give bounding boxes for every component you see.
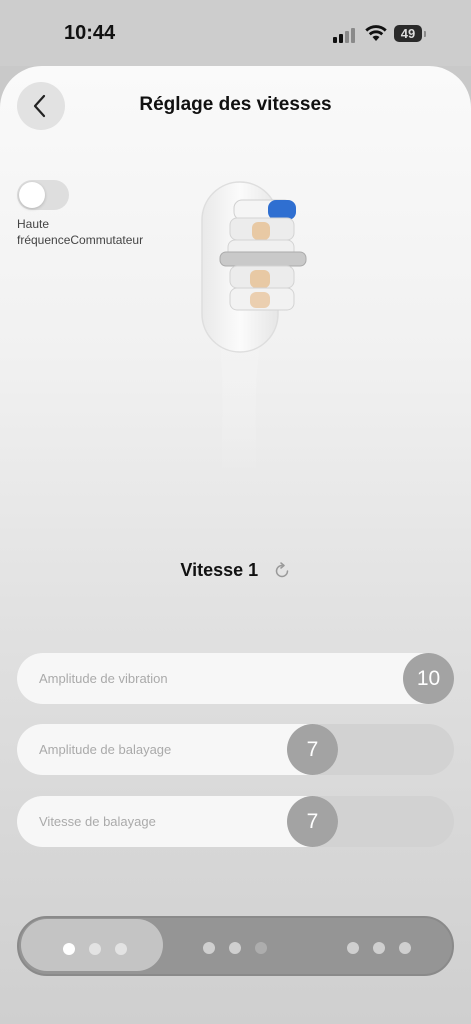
speed-label: Vitesse 1 [180,560,259,580]
toggle-knob [19,182,45,208]
sweep-amplitude-slider[interactable]: Amplitude de balayage 7 [17,724,454,775]
mode-option-2[interactable] [165,918,308,974]
slider-label: Amplitude de vibration [39,671,168,686]
vibration-amplitude-slider[interactable]: Amplitude de vibration 10 [17,653,454,704]
cellular-signal-icon [333,27,359,43]
battery-indicator: 49 [394,25,426,42]
toothbrush-head-image [201,181,307,474]
high-frequency-toggle[interactable] [17,180,69,210]
dot-icon [63,943,75,955]
dot-icon [347,942,359,954]
slider-knob[interactable]: 10 [403,653,454,704]
high-frequency-toggle-label: Haute fréquenceCommutateur [17,217,144,247]
dot-icon [89,943,101,955]
page-title: Réglage des vitesses [139,94,332,115]
speed-row: Vitesse 1 [0,560,471,581]
mode-option-3[interactable] [309,918,452,974]
slider-knob[interactable]: 7 [287,796,338,847]
dot-icon [399,942,411,954]
sweep-speed-slider[interactable]: Vitesse de balayage 7 [17,796,454,847]
slider-label: Vitesse de balayage [39,814,156,829]
dot-icon [203,942,215,954]
slider-label: Amplitude de balayage [39,742,172,757]
wifi-icon [365,25,387,41]
mode-selector [17,916,454,976]
dot-icon [373,942,385,954]
settings-sheet: Réglage des vitesses Haute fréquenceComm… [0,66,471,1024]
slider-knob[interactable]: 7 [287,724,338,775]
mode-option-1[interactable] [21,919,163,971]
status-time: 10:44 [64,22,116,44]
refresh-icon[interactable] [273,561,291,580]
dot-icon [115,943,127,955]
status-bar: 10:44 49 [0,0,471,66]
dot-icon [229,942,241,954]
dot-icon [255,942,267,954]
